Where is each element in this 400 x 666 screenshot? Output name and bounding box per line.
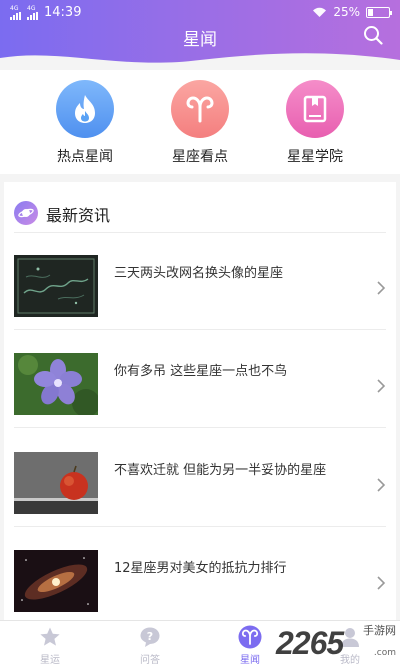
planet-icon — [14, 201, 38, 225]
category-row: 热点星闻 星座看点 星星学院 — [0, 70, 400, 174]
app-header: 4G 4G 14:39 25% 星闻 — [0, 0, 400, 70]
category-hot-news-circle — [56, 80, 114, 138]
signal-2: 4G — [27, 5, 38, 20]
news-thumbnail — [14, 452, 98, 514]
category-horoscope[interactable]: 星座看点 — [155, 80, 245, 166]
news-title: 三天两头改网名换头像的星座 — [114, 266, 284, 281]
chevron-right-icon — [377, 379, 386, 393]
search-icon[interactable] — [362, 24, 384, 46]
news-title: 12星座男对美女的抵抗力排行 — [114, 561, 287, 576]
chevron-right-icon — [377, 478, 386, 492]
wifi-icon — [313, 7, 327, 17]
battery-icon — [366, 6, 392, 18]
divider — [14, 427, 386, 428]
category-label: 热点星闻 — [57, 149, 113, 165]
signal-1: 4G — [10, 5, 21, 20]
aries-icon — [186, 96, 214, 123]
category-academy[interactable]: 星星学院 — [270, 80, 360, 166]
news-thumbnail — [14, 353, 98, 415]
status-bar: 4G 4G 14:39 25% — [0, 0, 400, 24]
news-heading: 最新资讯 — [46, 206, 111, 225]
flame-icon — [75, 95, 95, 123]
divider — [14, 232, 386, 233]
chevron-right-icon — [377, 281, 386, 295]
star-icon — [38, 625, 62, 649]
tab-label: 星运 — [40, 655, 60, 666]
news-item[interactable]: 不喜欢迁就 但能为另一半妥协的星座 — [4, 452, 396, 544]
news-thumbnail — [14, 550, 98, 612]
question-icon: ? — [138, 625, 162, 649]
tab-label: 我的 — [340, 655, 360, 666]
news-section: 最新资讯 三天两头改网名换头像的星座 你有多吊 这些星座一点也不鸟 不喜欢迁就 … — [4, 182, 396, 620]
tab-mine[interactable]: 我的 — [310, 625, 390, 666]
svg-text:?: ? — [147, 630, 153, 643]
news-item[interactable]: 你有多吊 这些星座一点也不鸟 — [4, 353, 396, 445]
news-item[interactable]: 三天两头改网名换头像的星座 — [4, 255, 396, 347]
category-academy-circle — [286, 80, 344, 138]
book-icon — [303, 95, 327, 123]
category-label: 星座看点 — [172, 149, 228, 165]
page-title: 星闻 — [183, 30, 217, 50]
news-title: 你有多吊 这些星座一点也不鸟 — [114, 364, 288, 379]
tab-qa[interactable]: ? 问答 — [110, 625, 190, 666]
divider — [14, 329, 386, 330]
header-wave — [0, 53, 400, 70]
user-icon — [338, 625, 362, 649]
divider — [14, 526, 386, 527]
status-time: 14:39 — [44, 5, 82, 20]
news-item[interactable]: 12星座男对美女的抵抗力排行 — [4, 550, 396, 620]
tab-label: 问答 — [140, 655, 160, 666]
battery-percent: 25% — [333, 5, 360, 19]
chevron-right-icon — [377, 576, 386, 590]
bottom-tab-bar: 星运 ? 问答 星闻 我的 — [0, 620, 400, 666]
news-header: 最新资讯 — [4, 182, 396, 232]
category-label: 星星学院 — [287, 149, 343, 165]
aries-icon — [238, 625, 262, 649]
news-title: 不喜欢迁就 但能为另一半妥协的星座 — [114, 463, 327, 478]
tab-label: 星闻 — [240, 655, 260, 666]
category-hot-news[interactable]: 热点星闻 — [40, 80, 130, 166]
category-horoscope-circle — [171, 80, 229, 138]
news-thumbnail — [14, 255, 98, 317]
tab-star-news[interactable]: 星闻 — [210, 625, 290, 666]
tab-fortune[interactable]: 星运 — [10, 625, 90, 666]
